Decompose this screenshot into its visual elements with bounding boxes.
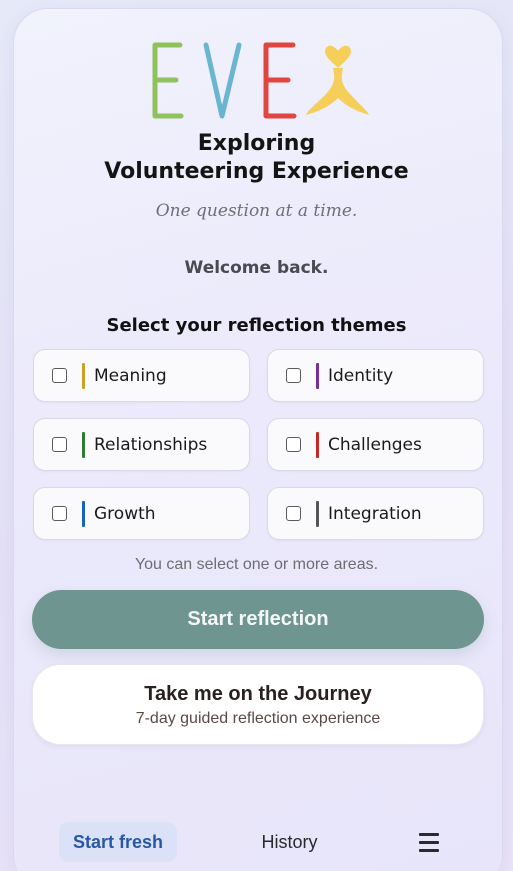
theme-label: Identity — [328, 366, 394, 386]
start-reflection-button[interactable]: Start reflection — [32, 590, 484, 649]
theme-label: Challenges — [328, 435, 422, 455]
journey-subtitle: 7-day guided reflection experience — [135, 710, 381, 727]
accent-bar — [82, 363, 85, 389]
theme-label: Integration — [328, 504, 422, 524]
themes-heading: Select your reflection themes — [106, 315, 407, 336]
nav-start-fresh[interactable]: Start fresh — [59, 822, 177, 862]
nav-history[interactable]: History — [232, 822, 347, 862]
app-title-line1: Exploring — [197, 131, 316, 156]
accent-bar — [316, 363, 319, 389]
theme-checkbox[interactable] — [286, 368, 301, 383]
accent-bar — [316, 501, 319, 527]
theme-option-identity[interactable]: Identity — [267, 349, 484, 402]
accent-bar — [82, 501, 85, 527]
hamburger-menu-icon[interactable] — [412, 826, 446, 858]
accent-bar — [316, 432, 319, 458]
accent-bar — [82, 432, 85, 458]
theme-checkbox[interactable] — [52, 368, 67, 383]
themes-hint: You can select one or more areas. — [134, 556, 379, 573]
theme-option-relationships[interactable]: Relationships — [33, 418, 250, 471]
journey-title: Take me on the Journey — [144, 683, 372, 705]
theme-label: Growth — [94, 504, 156, 524]
journey-button[interactable]: Take me on the Journey 7-day guided refl… — [32, 664, 484, 745]
theme-option-integration[interactable]: Integration — [267, 487, 484, 540]
theme-option-challenges[interactable]: Challenges — [267, 418, 484, 471]
eve-logo — [152, 42, 369, 119]
theme-label: Relationships — [94, 435, 208, 455]
theme-label: Meaning — [94, 366, 167, 386]
theme-checkbox[interactable] — [286, 437, 301, 452]
app-title-line2: Volunteering Experience — [104, 159, 409, 184]
theme-checkbox[interactable] — [52, 437, 67, 452]
welcome-message: Welcome back. — [184, 258, 329, 278]
theme-option-meaning[interactable]: Meaning — [33, 349, 250, 402]
theme-option-growth[interactable]: Growth — [33, 487, 250, 540]
theme-checkbox[interactable] — [52, 506, 67, 521]
theme-checkbox[interactable] — [286, 506, 301, 521]
tagline: One question at a time. — [155, 201, 358, 221]
